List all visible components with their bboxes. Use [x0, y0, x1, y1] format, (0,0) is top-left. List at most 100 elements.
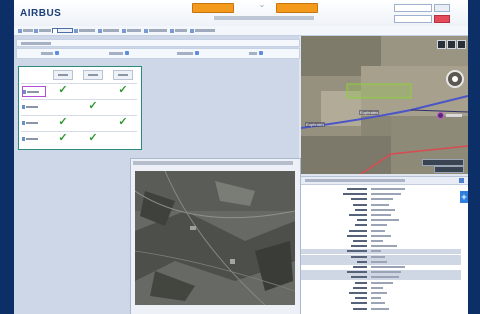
- matrix-col-header-2: [83, 70, 103, 80]
- property-value: [371, 240, 383, 242]
- matrix-row-label[interactable]: [22, 86, 46, 97]
- property-key: [353, 266, 367, 268]
- property-value: [371, 297, 381, 300]
- map-road-label-left: Euphrates: [305, 122, 326, 127]
- map-imagery: [301, 36, 468, 174]
- add-button[interactable]: +: [460, 191, 468, 203]
- matrix-row-label[interactable]: [22, 134, 44, 143]
- checkmark-icon[interactable]: ✓: [57, 132, 69, 145]
- map-draw-button[interactable]: [447, 40, 456, 49]
- property-value: [371, 276, 399, 279]
- property-key: [353, 286, 367, 289]
- matrix-col-header-3: [113, 70, 133, 80]
- property-key: [351, 198, 367, 201]
- property-value: [371, 208, 395, 211]
- toolbar-icon: [34, 28, 38, 33]
- property-key: [347, 188, 367, 190]
- toolbar-icon: [170, 28, 174, 33]
- image-panel-title: [133, 161, 293, 165]
- filter-item-3[interactable]: [177, 51, 199, 55]
- header-project-field[interactable]: [394, 15, 432, 23]
- property-value: [371, 271, 401, 274]
- property-row: [301, 307, 461, 312]
- row-type-icon: [22, 137, 25, 141]
- matrix-row[interactable]: ✓ ✓: [21, 131, 137, 145]
- toolbar-item-8[interactable]: [170, 28, 187, 33]
- matrix-row-label[interactable]: [22, 102, 44, 111]
- property-key: [355, 297, 367, 300]
- checkmark-icon[interactable]: ✓: [57, 84, 69, 97]
- map-target-marker[interactable]: [437, 112, 462, 119]
- toolbar-item-6[interactable]: [122, 28, 141, 33]
- header-user-field[interactable]: [394, 4, 432, 12]
- checkmark-icon[interactable]: ✓: [117, 116, 129, 129]
- header-subtitle-text: [214, 16, 314, 20]
- toolbar-icon: [144, 28, 148, 33]
- checkmark-icon[interactable]: ✓: [87, 100, 99, 113]
- property-value: [371, 255, 385, 258]
- property-value: [371, 229, 385, 232]
- export-icon[interactable]: [459, 178, 464, 183]
- map-toolbar: [437, 40, 466, 49]
- property-key: [349, 214, 367, 216]
- filter-item-1[interactable]: [41, 51, 59, 55]
- property-key: [347, 234, 367, 237]
- property-key: [353, 240, 367, 242]
- property-value: [371, 193, 401, 196]
- matrix-row[interactable]: ✓: [21, 99, 137, 113]
- property-key: [347, 271, 367, 274]
- property-key: [349, 229, 367, 232]
- map-layers-button[interactable]: [437, 40, 446, 49]
- app-window: AIRBUS ⌄ ✓ ✓ ✓ ✓ ✓ ✓ ✓ Euphrates Euphrat…: [14, 0, 468, 314]
- filter-item-4[interactable]: [249, 51, 263, 55]
- toolbar-item-5[interactable]: [98, 28, 119, 33]
- orange-header-button-right[interactable]: [276, 3, 318, 13]
- checkmark-icon[interactable]: ✓: [87, 132, 99, 145]
- property-key: [351, 276, 367, 279]
- row-type-icon: [22, 105, 25, 109]
- property-value: [371, 250, 381, 253]
- map-view[interactable]: Euphrates Euphrates: [301, 36, 468, 174]
- property-value: [371, 260, 387, 263]
- filter-icon: [259, 51, 263, 55]
- matrix-row[interactable]: ✓ ✓: [21, 115, 137, 129]
- target-icon: [437, 112, 444, 119]
- satellite-image[interactable]: [135, 171, 295, 305]
- selection-matrix: ✓ ✓ ✓ ✓ ✓ ✓ ✓: [18, 66, 142, 150]
- property-key: [357, 260, 367, 263]
- checkmark-icon[interactable]: ✓: [57, 116, 69, 129]
- property-value: [371, 292, 387, 294]
- property-value: [371, 198, 393, 201]
- map-fullscreen-button[interactable]: [457, 40, 466, 49]
- checkmark-icon[interactable]: ✓: [117, 84, 129, 97]
- map-road-label-mid: Euphrates: [359, 110, 380, 115]
- toolbar-item-3-active[interactable]: [52, 28, 73, 33]
- main-toolbar: [14, 26, 468, 36]
- property-key: [355, 224, 367, 227]
- property-value: [371, 203, 389, 206]
- toolbar-item-1[interactable]: [18, 28, 33, 33]
- filter-item-2[interactable]: [109, 51, 129, 55]
- chevron-down-icon[interactable]: ⌄: [256, 1, 268, 9]
- logout-button[interactable]: [434, 15, 450, 23]
- compass-icon[interactable]: [446, 70, 464, 88]
- satellite-texture: [135, 171, 295, 305]
- property-value: [371, 286, 383, 289]
- matrix-row[interactable]: ✓ ✓: [21, 83, 137, 97]
- filter-icon: [125, 51, 129, 55]
- airbus-logo: AIRBUS: [20, 8, 62, 19]
- orange-header-button-left[interactable]: [192, 3, 234, 13]
- app-header: AIRBUS ⌄: [14, 0, 468, 27]
- property-value: [371, 302, 385, 305]
- header-settings-button[interactable]: [434, 4, 450, 12]
- property-value: [371, 245, 397, 248]
- property-value: [371, 188, 405, 190]
- toolbar-item-7[interactable]: [144, 28, 167, 33]
- matrix-row-label[interactable]: [22, 118, 44, 127]
- row-type-icon: [23, 90, 26, 94]
- toolbar-item-4[interactable]: [74, 28, 95, 33]
- map-coordinates-readout: [422, 159, 464, 166]
- toolbar-item-9[interactable]: [190, 28, 215, 33]
- toolbar-item-2[interactable]: [34, 28, 51, 33]
- property-value: [371, 281, 393, 284]
